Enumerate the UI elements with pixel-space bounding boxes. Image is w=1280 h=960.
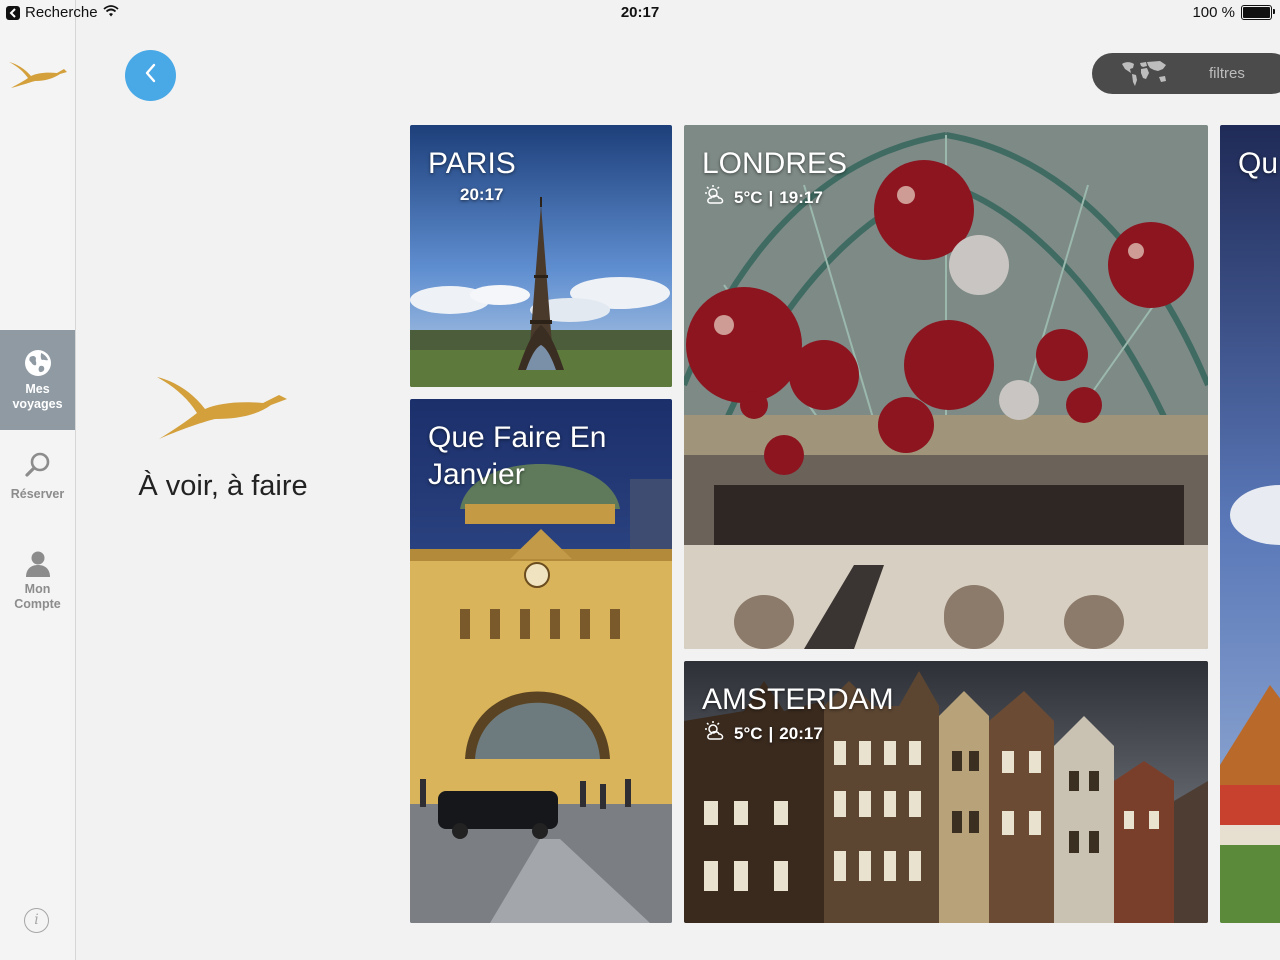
sidebar-item-mon-compte[interactable]: Mon Compte	[0, 548, 75, 628]
chevron-left-icon	[143, 62, 159, 89]
destination-card-paris[interactable]: PARIS 20:17	[410, 125, 672, 387]
card-title: AMSTERDAM	[702, 683, 894, 716]
page-title: À voir, à faire	[138, 470, 308, 502]
local-time: 20:17	[460, 185, 504, 204]
temple-photo	[1220, 125, 1280, 923]
filters-button[interactable]: filtres	[1092, 53, 1280, 94]
sidebar-item-label: Mon Compte	[14, 582, 61, 611]
back-button[interactable]	[125, 50, 176, 101]
info-icon[interactable]: i	[24, 908, 49, 933]
local-time: 20:17	[779, 723, 823, 743]
brand-bird-logo[interactable]	[8, 60, 68, 95]
globe-icon	[0, 349, 75, 381]
person-icon	[0, 550, 75, 582]
temperature: 5°C	[734, 723, 763, 743]
sidebar-item-reserver[interactable]: Réserver	[0, 448, 75, 518]
local-time: 19:17	[779, 187, 823, 207]
article-card-que-faire-en-janvier[interactable]: Que Faire En Janvier	[410, 399, 672, 923]
partly-cloudy-icon	[704, 721, 728, 746]
battery-icon	[1241, 5, 1275, 20]
card-title: LONDRES	[702, 147, 848, 180]
separator: |	[768, 723, 774, 743]
card-weather: 5°C | 19:17	[704, 185, 823, 210]
sidebar-item-label: Réserver	[10, 487, 65, 501]
card-title: Qu	[1238, 147, 1279, 180]
sidebar-item-mes-voyages[interactable]: Mes voyages	[0, 330, 75, 430]
status-time: 20:17	[620, 4, 660, 21]
search-icon	[0, 451, 75, 483]
card-weather: 5°C | 20:17	[704, 721, 823, 746]
destination-card-londres[interactable]: LONDRES 5°C | 19:17	[684, 125, 1208, 649]
partly-cloudy-icon	[704, 185, 728, 210]
card-local-time: 20:17	[460, 185, 503, 205]
world-map-icon	[1120, 58, 1168, 93]
article-card-partial[interactable]: Qu	[1220, 125, 1280, 923]
battery-percent: 100 %	[1192, 4, 1235, 21]
destination-card-amsterdam[interactable]: AMSTERDAM 5°C | 20:17	[684, 661, 1208, 923]
sidebar-item-label: Mes voyages	[12, 382, 63, 411]
temperature: 5°C	[734, 187, 763, 207]
card-title: PARIS	[428, 147, 516, 180]
status-bar: Recherche 20:17 100 %	[0, 0, 1280, 26]
battery-status: 100 %	[1192, 4, 1275, 21]
card-title: Que Faire En Janvier	[428, 421, 607, 491]
sidebar: Mes voyages Réserver Mon Compte i	[0, 0, 76, 960]
separator: |	[768, 187, 774, 207]
brand-bird-logo-large	[153, 373, 291, 446]
filters-label: filtres	[1209, 65, 1245, 82]
